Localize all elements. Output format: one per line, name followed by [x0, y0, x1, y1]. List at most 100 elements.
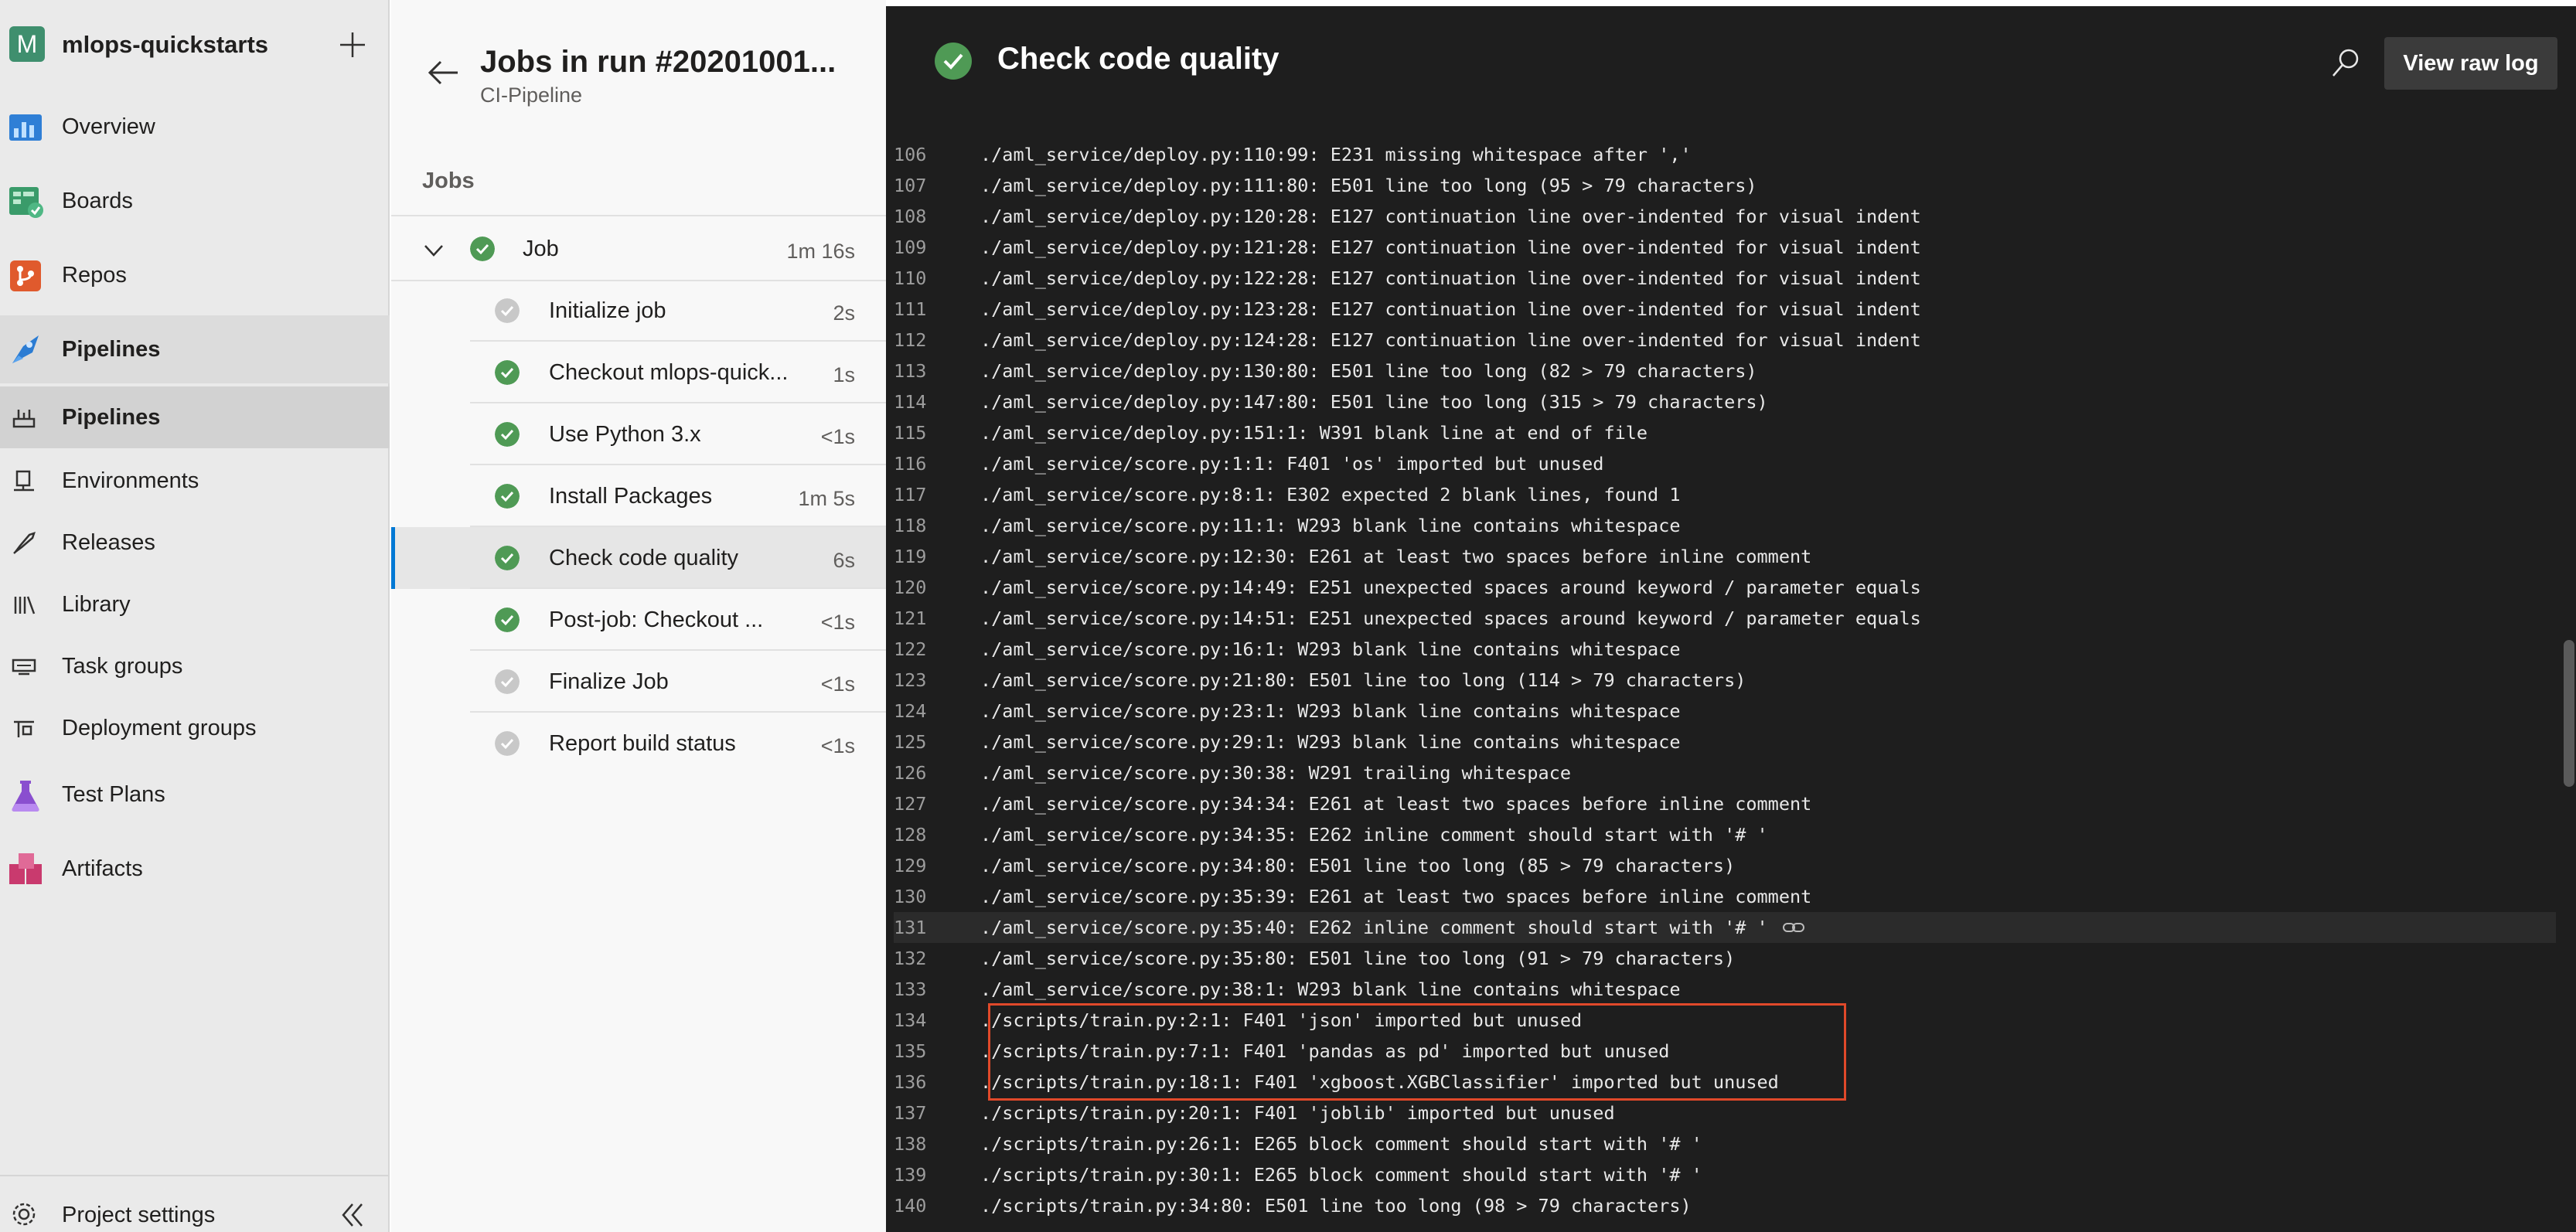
log-line[interactable]: 129 ./aml_service/score.py:34:80: E501 li…	[894, 850, 2556, 881]
line-number[interactable]: 125	[894, 731, 973, 753]
log-line[interactable]: 124 ./aml_service/score.py:23:1: W293 bla…	[894, 696, 2556, 727]
log-line[interactable]: 109 ./aml_service/deploy.py:121:28: E127 …	[894, 232, 2556, 263]
search-icon[interactable]	[2330, 46, 2363, 79]
log-line[interactable]: 118 ./aml_service/score.py:11:1: W293 bla…	[894, 510, 2556, 541]
log-line[interactable]: 128 ./aml_service/score.py:34:35: E262 in…	[894, 819, 2556, 850]
log-line[interactable]: 117 ./aml_service/score.py:8:1: E302 expe…	[894, 479, 2556, 510]
line-number[interactable]: 118	[894, 515, 973, 536]
line-number[interactable]: 134	[894, 1009, 973, 1031]
line-number[interactable]: 123	[894, 669, 973, 691]
log-line[interactable]: 132 ./aml_service/score.py:35:80: E501 li…	[894, 943, 2556, 974]
project-name[interactable]: mlops-quickstarts	[62, 31, 268, 59]
step-row[interactable]: Install Packages 1m 5s	[391, 465, 886, 527]
line-number[interactable]: 106	[894, 144, 973, 165]
log-line[interactable]: 125 ./aml_service/score.py:29:1: W293 bla…	[894, 727, 2556, 757]
project-header[interactable]: M mlops-quickstarts	[0, 15, 390, 77]
log-line[interactable]: 113 ./aml_service/deploy.py:130:80: E501 …	[894, 356, 2556, 386]
log-line[interactable]: 119 ./aml_service/score.py:12:30: E261 at…	[894, 541, 2556, 572]
log-line[interactable]: 106 ./aml_service/deploy.py:110:99: E231 …	[894, 139, 2556, 170]
line-number[interactable]: 133	[894, 978, 973, 1000]
log-line[interactable]: 133 ./aml_service/score.py:38:1: W293 bla…	[894, 974, 2556, 1005]
line-number[interactable]: 108	[894, 206, 973, 227]
log-line[interactable]: 120 ./aml_service/score.py:14:49: E251 un…	[894, 572, 2556, 603]
log-line[interactable]: 110 ./aml_service/deploy.py:122:28: E127 …	[894, 263, 2556, 294]
line-number[interactable]: 119	[894, 546, 973, 567]
line-number[interactable]: 129	[894, 855, 973, 876]
back-arrow-icon[interactable]	[424, 54, 467, 91]
nav-item-repos[interactable]: Repos	[0, 241, 390, 309]
line-number[interactable]: 107	[894, 175, 973, 196]
step-row[interactable]: Post-job: Checkout ... <1s	[391, 589, 886, 651]
nav-item-pipelines[interactable]: Pipelines	[0, 315, 390, 383]
log-line[interactable]: 130 ./aml_service/score.py:35:39: E261 at…	[894, 881, 2556, 912]
log-line[interactable]: 138 ./scripts/train.py:26:1: E265 block c…	[894, 1128, 2556, 1159]
log-line[interactable]: 121 ./aml_service/score.py:14:51: E251 un…	[894, 603, 2556, 634]
line-number[interactable]: 114	[894, 391, 973, 413]
line-number[interactable]: 122	[894, 638, 973, 660]
nav-sub-task-groups[interactable]: Task groups	[0, 635, 390, 697]
line-number[interactable]: 138	[894, 1133, 973, 1155]
step-row[interactable]: Finalize Job <1s	[391, 651, 886, 713]
line-number[interactable]: 110	[894, 267, 973, 289]
collapse-nav-icon[interactable]	[337, 1200, 368, 1230]
line-number[interactable]: 124	[894, 700, 973, 722]
line-number[interactable]: 112	[894, 329, 973, 351]
log-line[interactable]: 116 ./aml_service/score.py:1:1: F401 'os'…	[894, 448, 2556, 479]
log-line[interactable]: 123 ./aml_service/score.py:21:80: E501 li…	[894, 665, 2556, 696]
copy-link-icon[interactable]	[1782, 920, 1805, 935]
line-number[interactable]: 121	[894, 607, 973, 629]
nav-item-boards[interactable]: Boards	[0, 167, 390, 235]
line-number[interactable]: 126	[894, 762, 973, 784]
line-number[interactable]: 132	[894, 948, 973, 969]
add-icon[interactable]	[334, 26, 371, 63]
line-number[interactable]: 117	[894, 484, 973, 505]
line-number[interactable]: 131	[894, 917, 973, 938]
nav-sub-deployment-groups[interactable]: Deployment groups	[0, 697, 390, 759]
step-row[interactable]: Checkout mlops-quick... 1s	[391, 342, 886, 403]
view-raw-log-button[interactable]: View raw log	[2384, 37, 2557, 90]
nav-item-artifacts[interactable]: Artifacts	[0, 835, 390, 903]
step-row[interactable]: Initialize job 2s	[391, 280, 886, 342]
nav-item-overview[interactable]: Overview	[0, 93, 390, 161]
line-number[interactable]: 136	[894, 1071, 973, 1093]
log-line[interactable]: 131 ./aml_service/score.py:35:40: E262 in…	[894, 912, 2556, 943]
nav-sub-library[interactable]: Library	[0, 573, 390, 635]
line-number[interactable]: 127	[894, 793, 973, 815]
line-number[interactable]: 113	[894, 360, 973, 382]
step-row[interactable]: Report build status <1s	[391, 713, 886, 774]
log-line[interactable]: 111 ./aml_service/deploy.py:123:28: E127 …	[894, 294, 2556, 325]
log-line[interactable]: 112 ./aml_service/deploy.py:124:28: E127 …	[894, 325, 2556, 356]
log-line[interactable]: 122 ./aml_service/score.py:16:1: W293 bla…	[894, 634, 2556, 665]
nav-sub-releases[interactable]: Releases	[0, 512, 390, 573]
line-number[interactable]: 116	[894, 453, 973, 475]
log-line[interactable]: 139 ./scripts/train.py:30:1: E265 block c…	[894, 1159, 2556, 1190]
line-number[interactable]: 130	[894, 886, 973, 907]
scrollbar-thumb[interactable]	[2564, 640, 2574, 787]
line-number[interactable]: 139	[894, 1164, 973, 1186]
job-row[interactable]: Job 1m 16s	[391, 218, 886, 280]
nav-sub-environments[interactable]: Environments	[0, 450, 390, 512]
log-line[interactable]: 115 ./aml_service/deploy.py:151:1: W391 b…	[894, 417, 2556, 448]
pipeline-name[interactable]: CI-Pipeline	[480, 83, 582, 107]
nav-item-test-plans[interactable]: Test Plans	[0, 761, 390, 829]
chevron-down-icon[interactable]	[421, 237, 447, 263]
step-row-selected[interactable]: Check code quality 6s	[391, 527, 886, 589]
line-number[interactable]: 135	[894, 1040, 973, 1062]
log-line[interactable]: 140 ./scripts/train.py:34:80: E501 line t…	[894, 1190, 2556, 1221]
line-number[interactable]: 140	[894, 1195, 973, 1217]
log-line[interactable]: 137 ./scripts/train.py:20:1: F401 'joblib…	[894, 1098, 2556, 1128]
log-line[interactable]: 126 ./aml_service/score.py:30:38: W291 tr…	[894, 757, 2556, 788]
nav-sub-pipelines[interactable]: Pipelines	[0, 386, 390, 448]
line-number[interactable]: 128	[894, 824, 973, 846]
project-settings[interactable]: Project settings	[0, 1190, 390, 1232]
log-line[interactable]: 114 ./aml_service/deploy.py:147:80: E501 …	[894, 386, 2556, 417]
line-number[interactable]: 111	[894, 298, 973, 320]
step-row[interactable]: Use Python 3.x <1s	[391, 403, 886, 465]
log-line[interactable]: 108 ./aml_service/deploy.py:120:28: E127 …	[894, 201, 2556, 232]
log-line[interactable]: 127 ./aml_service/score.py:34:34: E261 at…	[894, 788, 2556, 819]
line-number[interactable]: 115	[894, 422, 973, 444]
line-number[interactable]: 109	[894, 237, 973, 258]
log-line[interactable]: 107 ./aml_service/deploy.py:111:80: E501 …	[894, 170, 2556, 201]
line-number[interactable]: 120	[894, 577, 973, 598]
line-number[interactable]: 137	[894, 1102, 973, 1124]
